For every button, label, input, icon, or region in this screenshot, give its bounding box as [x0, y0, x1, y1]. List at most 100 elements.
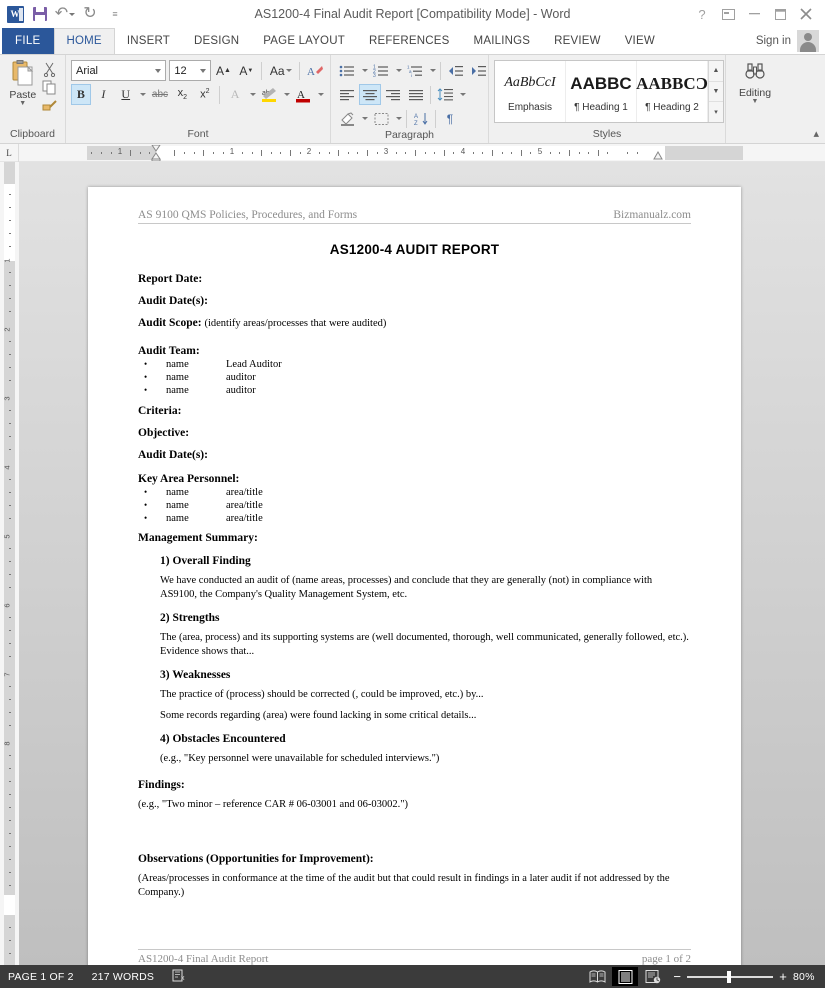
word-logo-icon[interactable]: W: [4, 3, 26, 25]
sort-icon[interactable]: AZ: [410, 108, 432, 129]
web-layout-icon[interactable]: [640, 967, 666, 986]
superscript-icon[interactable]: x2: [195, 84, 214, 105]
style-heading-2[interactable]: AABBCƆ ¶ Heading 2: [636, 61, 708, 122]
underline-dropdown-icon[interactable]: [138, 84, 147, 105]
multilevel-dropdown-icon[interactable]: [427, 60, 437, 81]
line-spacing-icon[interactable]: [434, 84, 456, 105]
styles-scroll-up-icon[interactable]: ▲: [709, 61, 723, 82]
restore-button[interactable]: [767, 2, 793, 26]
show-formatting-marks-icon[interactable]: ¶: [439, 108, 461, 129]
shading-icon[interactable]: [336, 108, 358, 129]
line-spacing-dropdown-icon[interactable]: [457, 84, 467, 105]
horizontal-ruler[interactable]: L 1 1 2 3 4 5: [0, 143, 825, 162]
collapse-ribbon-icon[interactable]: ▴: [813, 127, 819, 140]
shading-dropdown-icon[interactable]: [359, 108, 369, 129]
text-effects-dropdown-icon[interactable]: [248, 84, 257, 105]
style-heading-1[interactable]: AABBC ¶ Heading 1: [566, 61, 637, 122]
redo-icon[interactable]: ↻: [79, 3, 101, 25]
font-size-input[interactable]: 12: [169, 60, 211, 81]
tab-page-layout[interactable]: PAGE LAYOUT: [251, 28, 357, 54]
vertical-ruler[interactable]: 1 2 3 4 5 6 7 8: [0, 162, 19, 965]
highlight-dropdown-icon[interactable]: [282, 84, 291, 105]
font-name-input[interactable]: Arial: [71, 60, 167, 81]
bullets-icon[interactable]: [336, 60, 358, 81]
numbering-icon[interactable]: 123: [370, 60, 392, 81]
tab-references[interactable]: REFERENCES: [357, 28, 462, 54]
key-area-personnel-label: Key Area Personnel:: [138, 473, 240, 485]
tab-view[interactable]: VIEW: [613, 28, 667, 54]
styles-more-icon[interactable]: ▾: [709, 102, 723, 122]
font-size-dropdown-icon[interactable]: [199, 69, 206, 73]
underline-icon[interactable]: U: [116, 84, 135, 105]
multilevel-list-icon[interactable]: 1ai: [404, 60, 426, 81]
copy-icon[interactable]: [42, 80, 58, 96]
v-ruler-label-6: 6: [2, 603, 12, 608]
avatar[interactable]: [797, 30, 819, 52]
page-indicator[interactable]: PAGE 1 OF 2: [6, 971, 83, 983]
tab-design[interactable]: DESIGN: [182, 28, 251, 54]
numbering-dropdown-icon[interactable]: [393, 60, 403, 81]
audit-team-role-2: auditor: [226, 385, 256, 396]
decrease-indent-icon[interactable]: [444, 60, 466, 81]
paste-icon: [10, 60, 36, 88]
format-painter-icon[interactable]: [42, 98, 58, 114]
tab-stop-selector[interactable]: L: [0, 143, 19, 162]
zoom-slider-thumb[interactable]: [727, 970, 732, 983]
grow-font-icon[interactable]: A ▲: [214, 60, 234, 81]
center-icon[interactable]: [359, 84, 381, 105]
zoom-level[interactable]: 80%: [793, 971, 819, 983]
tab-file[interactable]: FILE: [2, 28, 54, 54]
borders-icon[interactable]: [370, 108, 392, 129]
subscript-icon[interactable]: x2: [173, 84, 192, 105]
align-left-icon[interactable]: [336, 84, 358, 105]
paste-button[interactable]: Paste ▼: [5, 58, 40, 128]
proofing-errors-icon[interactable]: x: [163, 969, 196, 985]
bold-icon[interactable]: B: [71, 84, 91, 105]
print-layout-icon[interactable]: [612, 967, 639, 986]
help-button[interactable]: ?: [689, 2, 715, 26]
shrink-font-icon[interactable]: A ▼: [236, 60, 256, 81]
customize-qat-icon[interactable]: ≡: [104, 3, 126, 25]
font-color-dropdown-icon[interactable]: [316, 84, 325, 105]
tab-mailings[interactable]: MAILINGS: [462, 28, 543, 54]
document-page[interactable]: AS 9100 QMS Policies, Procedures, and Fo…: [88, 187, 741, 965]
editing-button[interactable]: Editing ▼: [731, 58, 779, 128]
zoom-in-button[interactable]: +: [779, 970, 787, 983]
font-color-icon[interactable]: A: [294, 84, 313, 105]
ribbon-display-options-button[interactable]: [715, 2, 741, 26]
audit-team-list: name Lead Auditor name auditor name audi…: [138, 358, 691, 397]
zoom-slider[interactable]: [687, 970, 774, 983]
sign-in-link[interactable]: Sign in: [756, 35, 791, 47]
tab-home[interactable]: HOME: [53, 28, 115, 54]
document-content[interactable]: AS 9100 QMS Policies, Procedures, and Fo…: [88, 187, 741, 899]
editing-dropdown-caret-icon[interactable]: ▼: [752, 98, 759, 105]
tab-insert[interactable]: INSERT: [115, 28, 182, 54]
read-mode-icon[interactable]: [584, 967, 610, 986]
style-emphasis[interactable]: AaBbCcI Emphasis: [495, 61, 566, 122]
right-indent-marker[interactable]: [653, 145, 663, 161]
undo-icon[interactable]: ↶: [54, 3, 76, 25]
paste-dropdown-caret-icon[interactable]: ▼: [19, 100, 26, 107]
strikethrough-icon[interactable]: abc: [150, 84, 169, 105]
first-line-indent-marker[interactable]: [151, 144, 161, 161]
font-name-dropdown-icon[interactable]: [155, 69, 162, 73]
change-case-icon[interactable]: Aa: [267, 60, 294, 81]
cut-icon[interactable]: [42, 62, 58, 78]
text-highlight-color-icon[interactable]: ab: [260, 84, 279, 105]
align-right-icon[interactable]: [382, 84, 404, 105]
clear-formatting-icon[interactable]: A: [305, 60, 325, 81]
minimize-button[interactable]: [741, 2, 767, 26]
increase-indent-icon[interactable]: [467, 60, 489, 81]
italic-icon[interactable]: I: [94, 84, 113, 105]
zoom-out-button[interactable]: −: [673, 970, 681, 983]
bullets-dropdown-icon[interactable]: [359, 60, 369, 81]
justify-icon[interactable]: [405, 84, 427, 105]
borders-dropdown-icon[interactable]: [393, 108, 403, 129]
word-count[interactable]: 217 WORDS: [83, 971, 163, 983]
close-button[interactable]: [793, 2, 819, 26]
text-effects-icon[interactable]: A: [225, 84, 244, 105]
styles-scroll-down-icon[interactable]: ▼: [709, 82, 723, 103]
save-icon[interactable]: [29, 3, 51, 25]
tab-review[interactable]: REVIEW: [542, 28, 613, 54]
ruler-track[interactable]: 1 1 2 3 4 5: [87, 144, 743, 161]
